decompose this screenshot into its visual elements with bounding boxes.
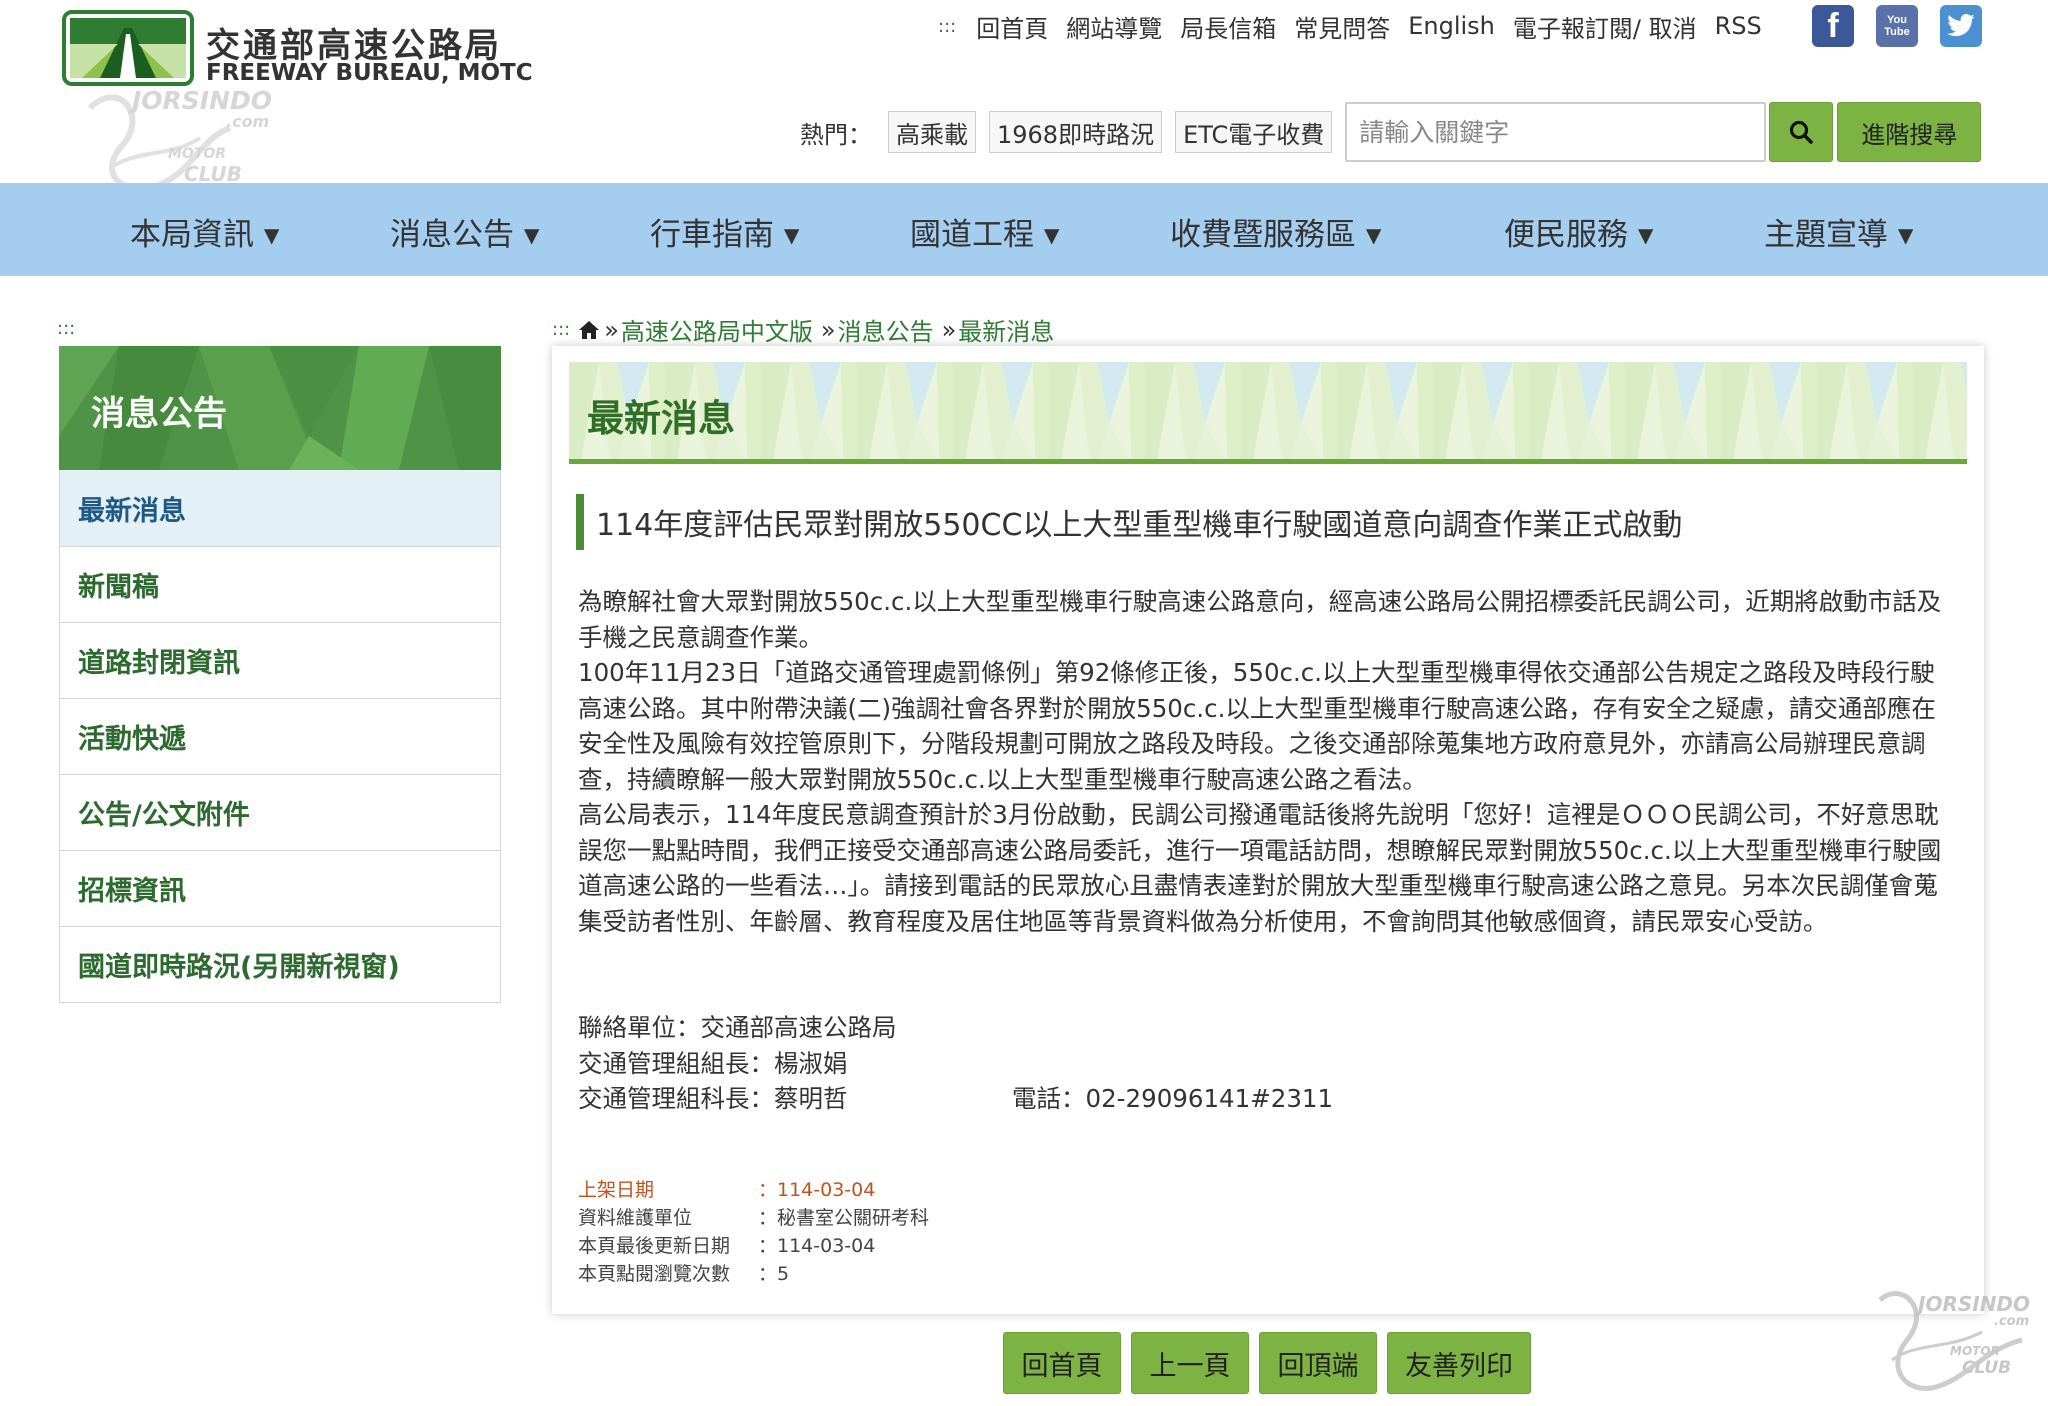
top-link-faq[interactable]: 常見問答 <box>1294 9 1390 44</box>
sidebar-item-live-traffic[interactable]: 國道即時路況(另開新視窗) <box>60 926 500 1002</box>
meta-last-updated: 本頁最後更新日期 ：114-03-04 <box>578 1235 876 1257</box>
breadcrumb-separator: » <box>941 315 957 344</box>
search-button[interactable] <box>1769 102 1834 162</box>
section-divider <box>569 459 1967 464</box>
hot-tag-1968-traffic[interactable]: 1968即時路況 <box>989 111 1163 153</box>
social-links: f You Tube <box>1812 5 1982 47</box>
contact-phone: 電話：02-29096141#2311 <box>1012 1084 1334 1113</box>
nav-bureau-info[interactable]: 本局資訊 ▾ <box>130 209 279 254</box>
article-title: 114年度評估民眾對開放550CC以上大型重型機車行駛國道意向調查作業正式啟動 <box>576 494 1876 550</box>
watermark-text: JORSINDO <box>1918 1292 2031 1316</box>
watermark: JORSINDO .com MOTOR CLUB <box>1872 1280 2042 1400</box>
page-meta: 上架日期 ：114-03-04 資料維護單位 ：秘書室公關研考科 本頁最後更新日期：… <box>578 1176 929 1288</box>
article-body: 為瞭解社會大眾對開放550c.c.以上大型重型機車行駛高速公路意向，經高速公路局… <box>578 584 1950 939</box>
sidebar-item-notices[interactable]: 公告/公文附件 <box>60 774 500 850</box>
article-paragraph: 為瞭解社會大眾對開放550c.c.以上大型重型機車行駛高速公路意向，經高速公路局… <box>578 587 1942 652</box>
main-navigation: 本局資訊 ▾ 消息公告 ▾ 行車指南 ▾ 國道工程 ▾ 收費暨服務區 ▾ 便民服… <box>0 183 2048 276</box>
section-header-pattern <box>569 362 1967 459</box>
sidebar-item-press-releases[interactable]: 新聞稿 <box>60 546 500 622</box>
breadcrumb-current[interactable]: 最新消息 <box>958 312 1054 347</box>
youtube-icon[interactable]: You Tube <box>1876 5 1918 47</box>
sidebar-item-tenders[interactable]: 招標資訊 <box>60 850 500 926</box>
watermark-domain: .com <box>226 112 270 131</box>
sidebar-item-latest-news[interactable]: 最新消息 <box>60 470 500 546</box>
search-input[interactable] <box>1345 102 1767 162</box>
nav-themes[interactable]: 主題宣導 ▾ <box>1764 209 1913 254</box>
home-icon[interactable] <box>578 320 600 340</box>
contact-info: 聯絡單位：交通部高速公路局 交通管理組組長：楊淑娟 交通管理組科長：蔡明哲 電話… <box>578 1010 1333 1117</box>
breadcrumb-access-key[interactable]: ::: <box>552 319 570 340</box>
nav-announcements[interactable]: 消息公告 ▾ <box>390 209 539 254</box>
nav-freeway-projects[interactable]: 國道工程 ▾ <box>910 209 1059 254</box>
top-link-home[interactable]: 回首頁 <box>976 9 1048 44</box>
home-button[interactable]: 回首頁 <box>1003 1332 1121 1394</box>
contact-unit: 聯絡單位：交通部高速公路局 <box>578 1013 897 1042</box>
breadcrumb-announcements[interactable]: 消息公告 <box>838 312 934 347</box>
caret-down-icon: ▾ <box>1888 217 1914 253</box>
watermark-domain: .com <box>1994 1314 2030 1329</box>
breadcrumb: ::: » 高速公路局中文版 » 消息公告 » 最新消息 <box>552 312 1054 347</box>
caret-down-icon: ▾ <box>514 217 540 253</box>
top-link-english[interactable]: English <box>1408 12 1495 40</box>
caret-down-icon: ▾ <box>774 217 800 253</box>
caret-down-icon: ▾ <box>254 217 280 253</box>
print-button[interactable]: 友善列印 <box>1387 1332 1531 1394</box>
caret-down-icon: ▾ <box>1034 217 1060 253</box>
sidebar-item-road-closures[interactable]: 道路封閉資訊 <box>60 622 500 698</box>
sidebar-header: 消息公告 <box>59 346 501 470</box>
article-paragraph: 高公局表示，114年度民意調查預計於3月份啟動，民調公司撥通電話後將先說明「您好… <box>578 800 1942 936</box>
advanced-search-button[interactable]: 進階搜尋 <box>1837 102 1982 162</box>
twitter-icon[interactable] <box>1940 5 1982 47</box>
top-link-director-mailbox[interactable]: 局長信箱 <box>1180 9 1276 44</box>
sidebar-menu: 最新消息 新聞稿 道路封閉資訊 活動快遞 公告/公文附件 招標資訊 國道即時路況… <box>59 470 501 1003</box>
section-header: 最新消息 <box>569 362 1967 459</box>
contact-chief: 交通管理組科長：蔡明哲 <box>578 1084 848 1113</box>
search-icon <box>1790 120 1814 144</box>
sidebar-title: 消息公告 <box>91 394 227 434</box>
watermark-club: CLUB <box>1962 1358 2012 1378</box>
contact-leader: 交通管理組組長：楊淑娟 <box>578 1048 848 1078</box>
sidebar-item-events[interactable]: 活動快遞 <box>60 698 500 774</box>
nav-public-services[interactable]: 便民服務 ▾ <box>1504 209 1653 254</box>
watermark-text: JORSINDO <box>132 86 273 115</box>
breadcrumb-separator: » <box>604 315 619 344</box>
caret-down-icon: ▾ <box>1628 217 1654 253</box>
watermark-motor: MOTOR <box>1950 1344 2000 1358</box>
meta-publish-date: 上架日期 ：114-03-04 <box>578 1179 876 1201</box>
page-actions: 回首頁 上一頁 回頂端 友善列印 <box>1003 1332 1531 1394</box>
article-paragraph: 100年11月23日「道路交通管理處罰條例」第92條修正後，550c.c.以上大… <box>578 658 1936 794</box>
search-bar: 熱門： 高乘載 1968即時路況 ETC電子收費 進階搜尋 <box>800 101 1982 163</box>
hot-tag-hov[interactable]: 高乘載 <box>888 111 976 153</box>
nav-driving-guide[interactable]: 行車指南 ▾ <box>650 209 799 254</box>
sidebar-access-key[interactable]: ::: <box>57 318 75 339</box>
top-link-rss[interactable]: RSS <box>1715 12 1762 40</box>
meta-maintainer: 資料維護單位 ：秘書室公關研考科 <box>578 1207 930 1229</box>
facebook-icon[interactable]: f <box>1812 5 1854 47</box>
breadcrumb-home[interactable]: 高速公路局中文版 <box>621 312 813 347</box>
caret-down-icon: ▾ <box>1356 217 1382 253</box>
header-access-key[interactable]: ::: <box>938 16 956 37</box>
breadcrumb-separator: » <box>820 315 836 344</box>
top-link-newsletter[interactable]: 電子報訂閱/ 取消 <box>1513 9 1697 44</box>
watermark: JORSINDO .com MOTOR CLUB <box>80 78 290 198</box>
watermark-motor: MOTOR <box>168 146 227 162</box>
hot-keywords-label: 熱門： <box>800 120 872 149</box>
back-to-top-button[interactable]: 回頂端 <box>1259 1332 1377 1394</box>
hot-tag-etc[interactable]: ETC電子收費 <box>1175 111 1333 153</box>
top-link-sitemap[interactable]: 網站導覽 <box>1066 9 1162 44</box>
meta-view-count: 本頁點閱瀏覽次數 ：5 <box>578 1263 790 1285</box>
top-links: ::: 回首頁 網站導覽 局長信箱 常見問答 English 電子報訂閱/ 取消… <box>938 8 1780 44</box>
previous-page-button[interactable]: 上一頁 <box>1131 1332 1249 1394</box>
nav-toll-service-areas[interactable]: 收費暨服務區 ▾ <box>1170 209 1381 254</box>
content-panel: 最新消息 114年度評估民眾對開放550CC以上大型重型機車行駛國道意向調查作業… <box>552 346 1984 1314</box>
section-title: 最新消息 <box>587 397 735 440</box>
freeway-logo-icon <box>62 10 194 86</box>
